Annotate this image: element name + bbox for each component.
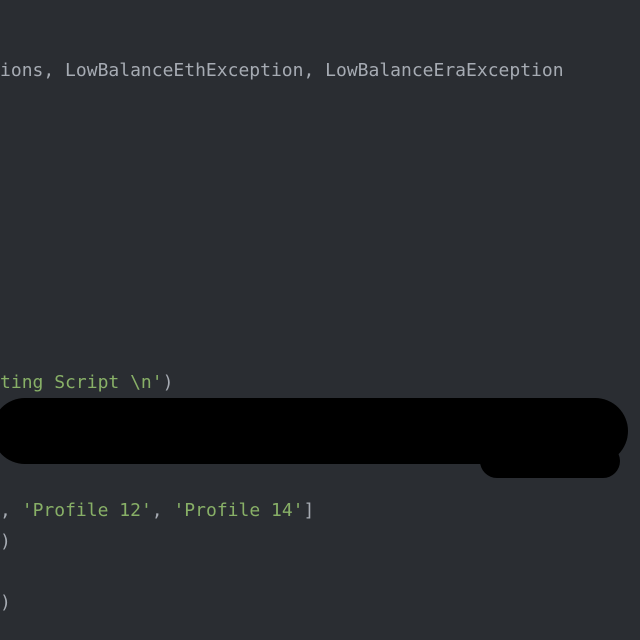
code-token: es) <box>0 531 11 552</box>
code-token: ) <box>163 372 174 393</box>
code-token: ) <box>0 592 11 613</box>
string-literal: 'Profile 14' <box>173 500 303 521</box>
code-token: ctions, LowBalanceEthException, LowBalan… <box>0 60 564 81</box>
code-editor[interactable]: ctions, LowBalanceEthException, LowBalan… <box>0 0 640 640</box>
string-literal: arting Script \n' <box>0 372 163 393</box>
redaction-mark <box>0 398 628 464</box>
code-token: , <box>152 500 174 521</box>
code-token: ] <box>304 500 315 521</box>
string-literal: 'Profile 12' <box>22 500 152 521</box>
